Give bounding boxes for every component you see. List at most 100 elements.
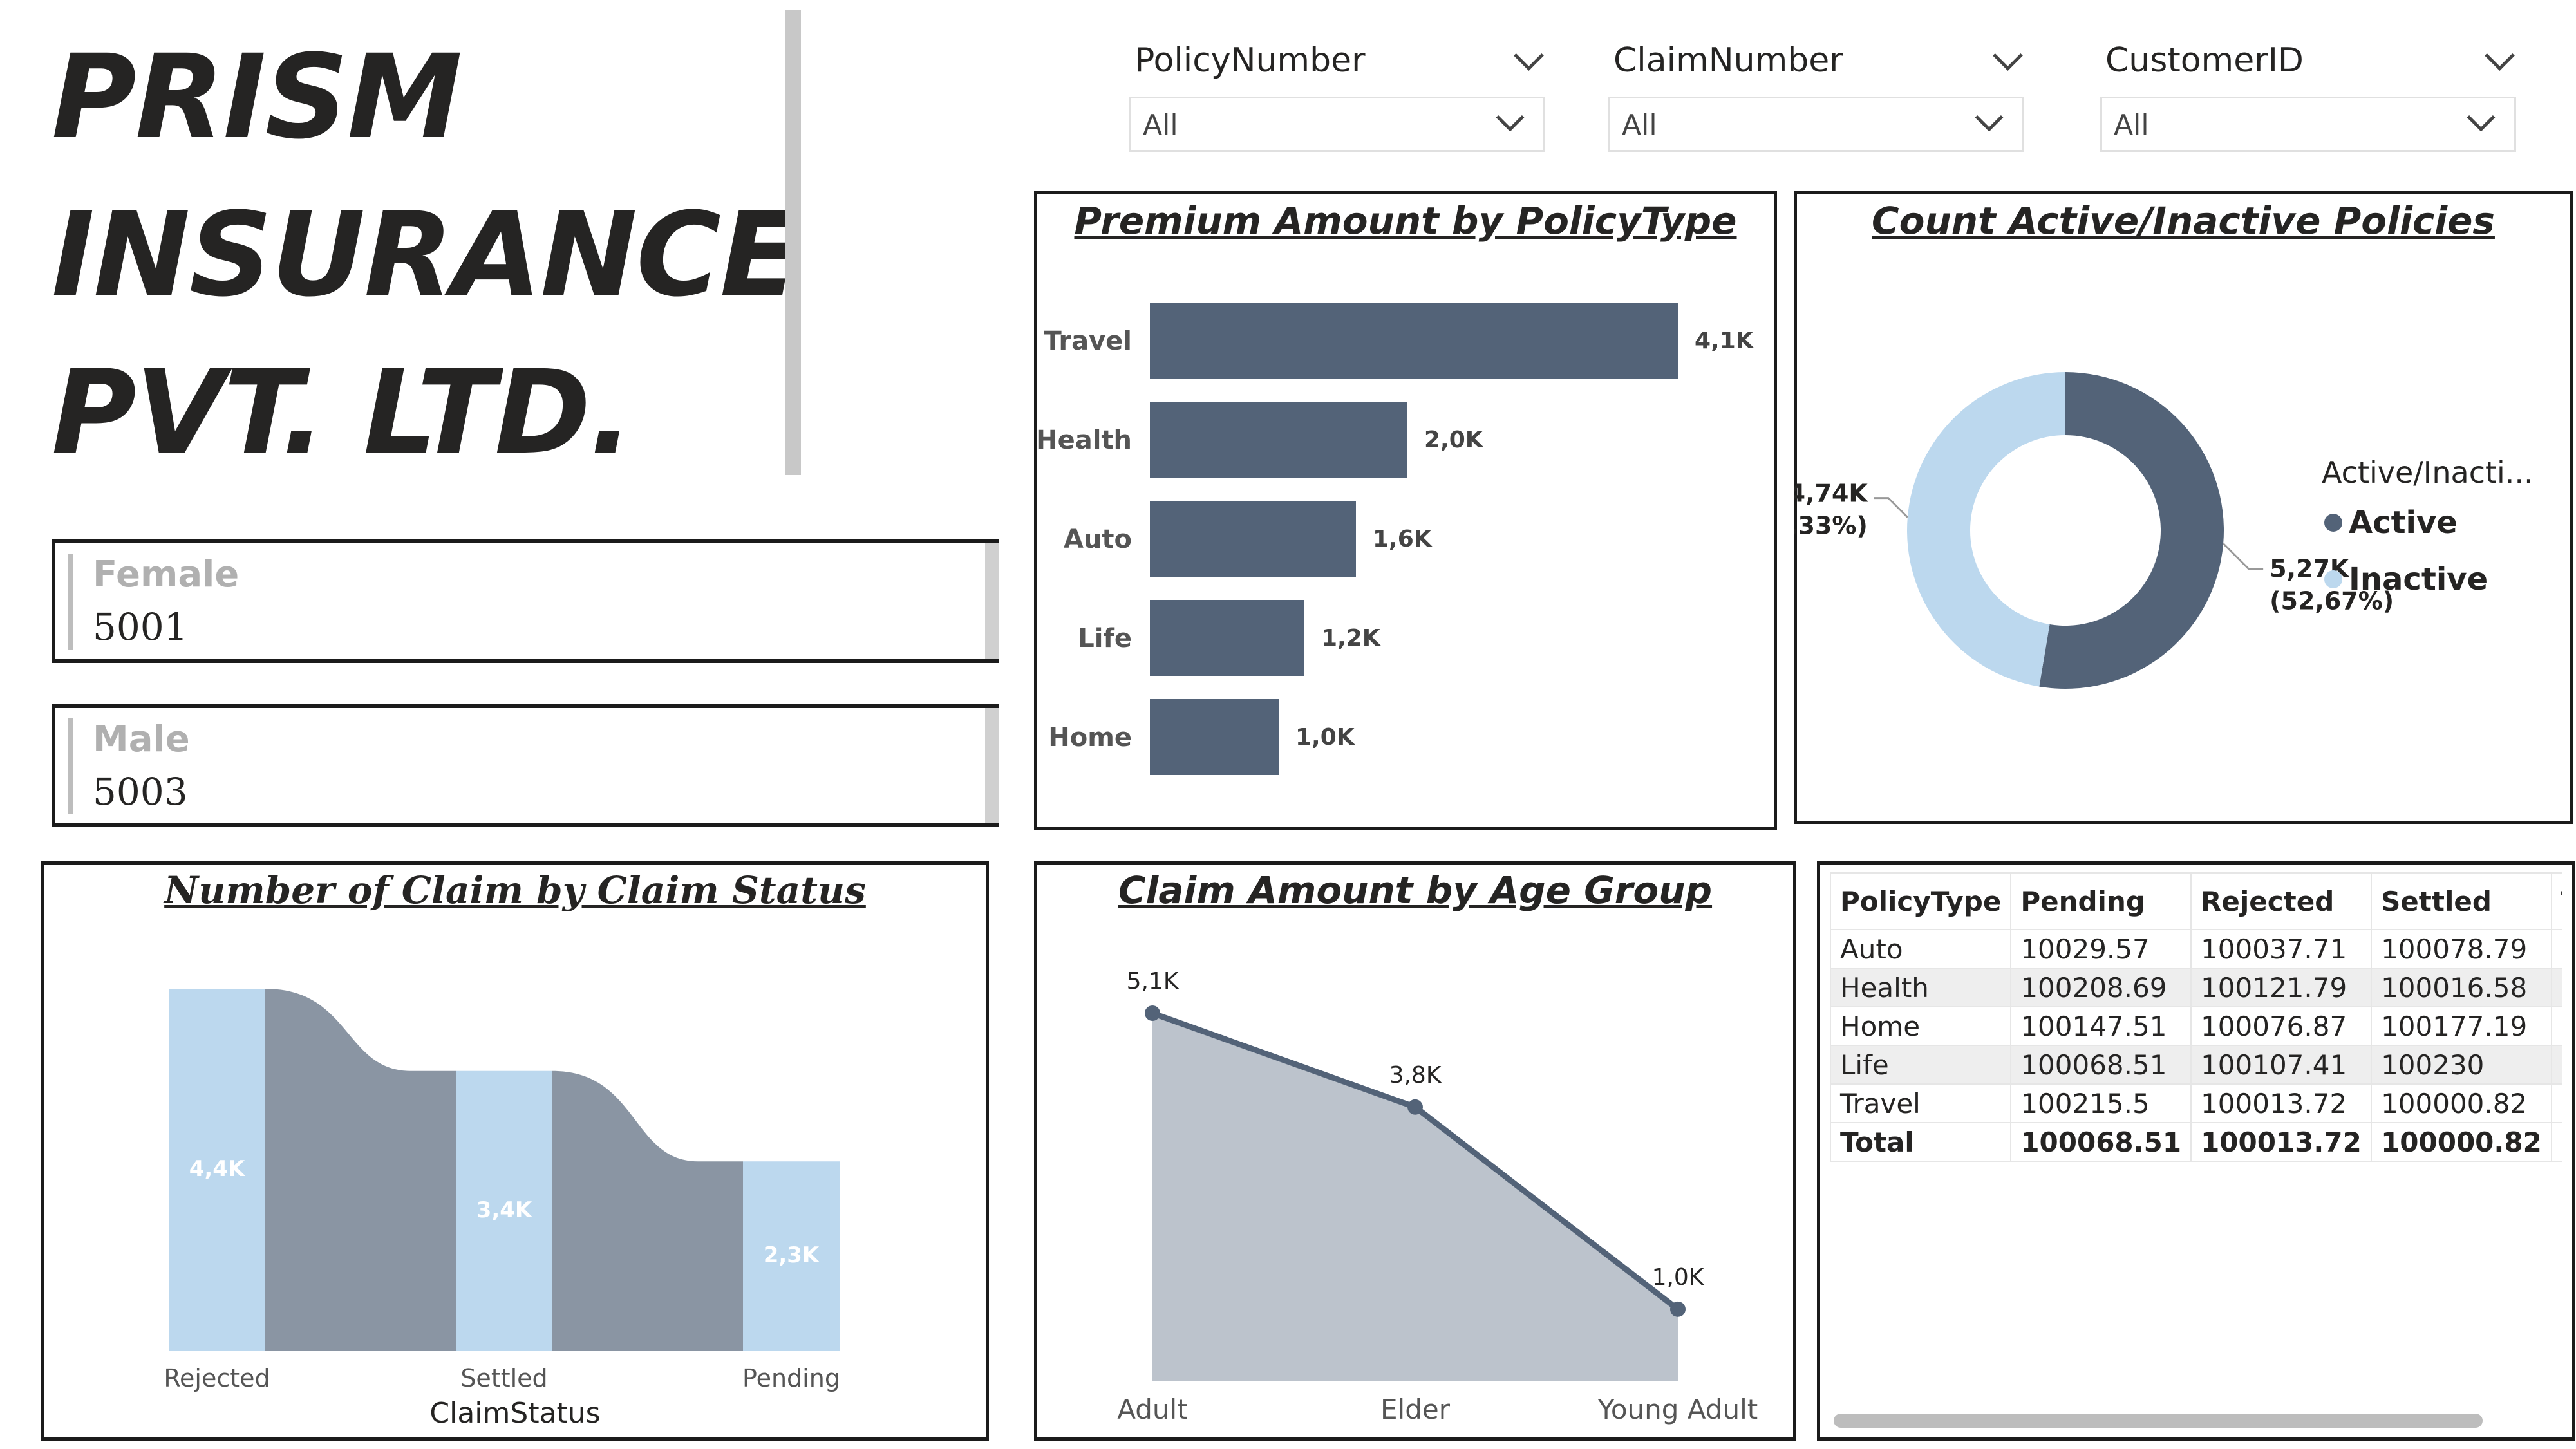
matrix-viewport[interactable]: PolicyTypePendingRejectedSettledTotalAut… — [1830, 872, 2562, 1188]
category-label: Settled — [460, 1364, 547, 1392]
table-row: Health100208.69100121.79100016.5810001 — [1830, 968, 2562, 1007]
company-name-line-1: PRISM — [52, 30, 462, 165]
table-cell: 100013.72 — [2190, 1083, 2373, 1123]
claim-number-slicer-title: ClaimNumber — [1613, 41, 1843, 80]
female-card: Female 5001 — [52, 539, 999, 663]
table-header-row: PolicyTypePendingRejectedSettledTotal — [1830, 872, 2562, 930]
card-scrollbar — [985, 708, 999, 823]
table-cell: 10029.57 — [2010, 929, 2192, 969]
premium-bar-chart: Travel 4,1K Health 2,0K Auto 1,6K Life 1,2K Home… — [1036, 303, 1754, 775]
legend-marker — [2324, 514, 2342, 532]
chevron-down-icon — [2467, 103, 2496, 132]
category-label: Elder — [1380, 1394, 1451, 1425]
donut-slice-active — [2039, 372, 2224, 689]
data-label: 4,4K — [189, 1156, 246, 1182]
table-cell: 100147.51 — [2010, 1006, 2192, 1046]
table-cell: 100107.41 — [2190, 1045, 2373, 1085]
category-label: Home — [1048, 723, 1132, 753]
ribbon-flow — [265, 989, 456, 1351]
chevron-down-icon[interactable] — [1993, 41, 2023, 71]
data-label-percent: (47,33%) — [1794, 512, 1868, 540]
x-axis-title: ClaimStatus — [429, 1397, 600, 1430]
policy-number-dropdown[interactable]: All — [1129, 97, 1545, 152]
data-point — [1145, 1005, 1160, 1021]
column-header[interactable]: Rejected — [2190, 872, 2373, 930]
category-label: Life — [1078, 624, 1132, 653]
table-cell: Total — [1830, 1122, 2012, 1162]
table-cell: 10006 — [2550, 1045, 2562, 1085]
bar — [1150, 600, 1304, 676]
table-row: Auto10029.57100037.71100078.7910003 — [1830, 929, 2562, 969]
category-label: Adult — [1117, 1394, 1187, 1425]
legend-label: Active — [2349, 505, 2458, 541]
company-name-line-2: INSURANCE — [52, 188, 799, 323]
title-divider — [785, 10, 801, 475]
policy-number-slicer-title: PolicyNumber — [1134, 41, 1366, 80]
claim-number-dropdown[interactable]: All — [1608, 97, 2024, 152]
table-cell: 100016.58 — [2371, 968, 2552, 1007]
active-inactive-donut-chart: 5,27K(52,67%)4,74K(47,33%)Active/Inacti.… — [1794, 372, 2534, 689]
data-label: 1,2K — [1321, 625, 1381, 651]
matrix-horizontal-scrollbar[interactable] — [1834, 1414, 2483, 1428]
female-label: Female — [93, 554, 240, 595]
bar — [1150, 303, 1678, 379]
card-accent — [68, 554, 73, 650]
table-cell: 100068.51 — [2010, 1122, 2192, 1162]
column-header[interactable]: PolicyType — [1830, 872, 2012, 930]
bar — [1150, 402, 1407, 478]
data-label: 4,74K — [1794, 480, 1868, 508]
customer-id-dropdown[interactable]: All — [2100, 97, 2516, 152]
data-label: 1,6K — [1373, 526, 1433, 552]
customer-id-value: All — [2114, 109, 2149, 142]
table-cell: 10001 — [2550, 968, 2562, 1007]
legend-label: Inactive — [2349, 561, 2488, 597]
table-cell: Health — [1830, 968, 2012, 1007]
category-label: Pending — [742, 1364, 840, 1392]
data-label: 1,0K — [1295, 724, 1355, 751]
table-cell: 10000 — [2550, 1122, 2562, 1162]
table-cell: Home — [1830, 1006, 2012, 1046]
female-count: 5001 — [93, 605, 188, 649]
data-label: 2,3K — [764, 1242, 820, 1268]
data-label: 1,0K — [1652, 1264, 1705, 1291]
chevron-down-icon[interactable] — [1514, 41, 1544, 71]
legend-marker — [2324, 570, 2342, 588]
company-name-line-3: PVT. LTD. — [52, 346, 634, 480]
table-row: Home100147.51100076.87100177.1910007 — [1830, 1006, 2562, 1046]
age-group-area-chart: 5,1K Adult 3,8K Elder 1,0K Young Adult — [1117, 968, 1758, 1425]
table-cell: 100013.72 — [2190, 1122, 2373, 1162]
table-cell: 10003 — [2550, 929, 2562, 969]
table-cell: 100037.71 — [2190, 929, 2373, 969]
ribbon-flow — [552, 1070, 743, 1351]
category-label: Travel — [1044, 326, 1132, 356]
customer-id-slicer-title: CustomerID — [2105, 41, 2304, 80]
male-count: 5003 — [93, 770, 188, 814]
bar — [1150, 699, 1279, 775]
male-card: Male 5003 — [52, 704, 999, 827]
column-header[interactable]: Pending — [2010, 872, 2192, 930]
card-scrollbar — [985, 543, 999, 659]
column-header[interactable]: Total — [2550, 872, 2562, 930]
table-row: Travel100215.5100013.72100000.8210000 — [1830, 1083, 2562, 1123]
table-cell: Life — [1830, 1045, 2012, 1085]
table-row: Life100068.51100107.4110023010006 — [1830, 1045, 2562, 1085]
table-cell: 10007 — [2550, 1006, 2562, 1046]
chevron-down-icon[interactable] — [2485, 41, 2515, 71]
data-label: 3,8K — [1389, 1062, 1442, 1089]
data-label: 2,0K — [1424, 427, 1484, 453]
table-cell: 100078.79 — [2371, 929, 2552, 969]
legend-title: Active/Inacti... — [2322, 455, 2534, 490]
category-label: Health — [1036, 425, 1132, 455]
table-cell: Auto — [1830, 929, 2012, 969]
claims-matrix-table: PolicyTypePendingRejectedSettledTotalAut… — [1830, 872, 2562, 1162]
table-cell: 100000.82 — [2371, 1122, 2552, 1162]
card-accent — [68, 718, 73, 814]
column-header[interactable]: Settled — [2371, 872, 2552, 930]
claim-number-value: All — [1622, 109, 1657, 142]
table-cell: Travel — [1830, 1083, 2012, 1123]
table-cell: 100068.51 — [2010, 1045, 2192, 1085]
chevron-down-icon — [1496, 103, 1525, 132]
leader-line — [2223, 543, 2264, 570]
bar — [1150, 501, 1356, 577]
category-label: Rejected — [164, 1364, 270, 1392]
